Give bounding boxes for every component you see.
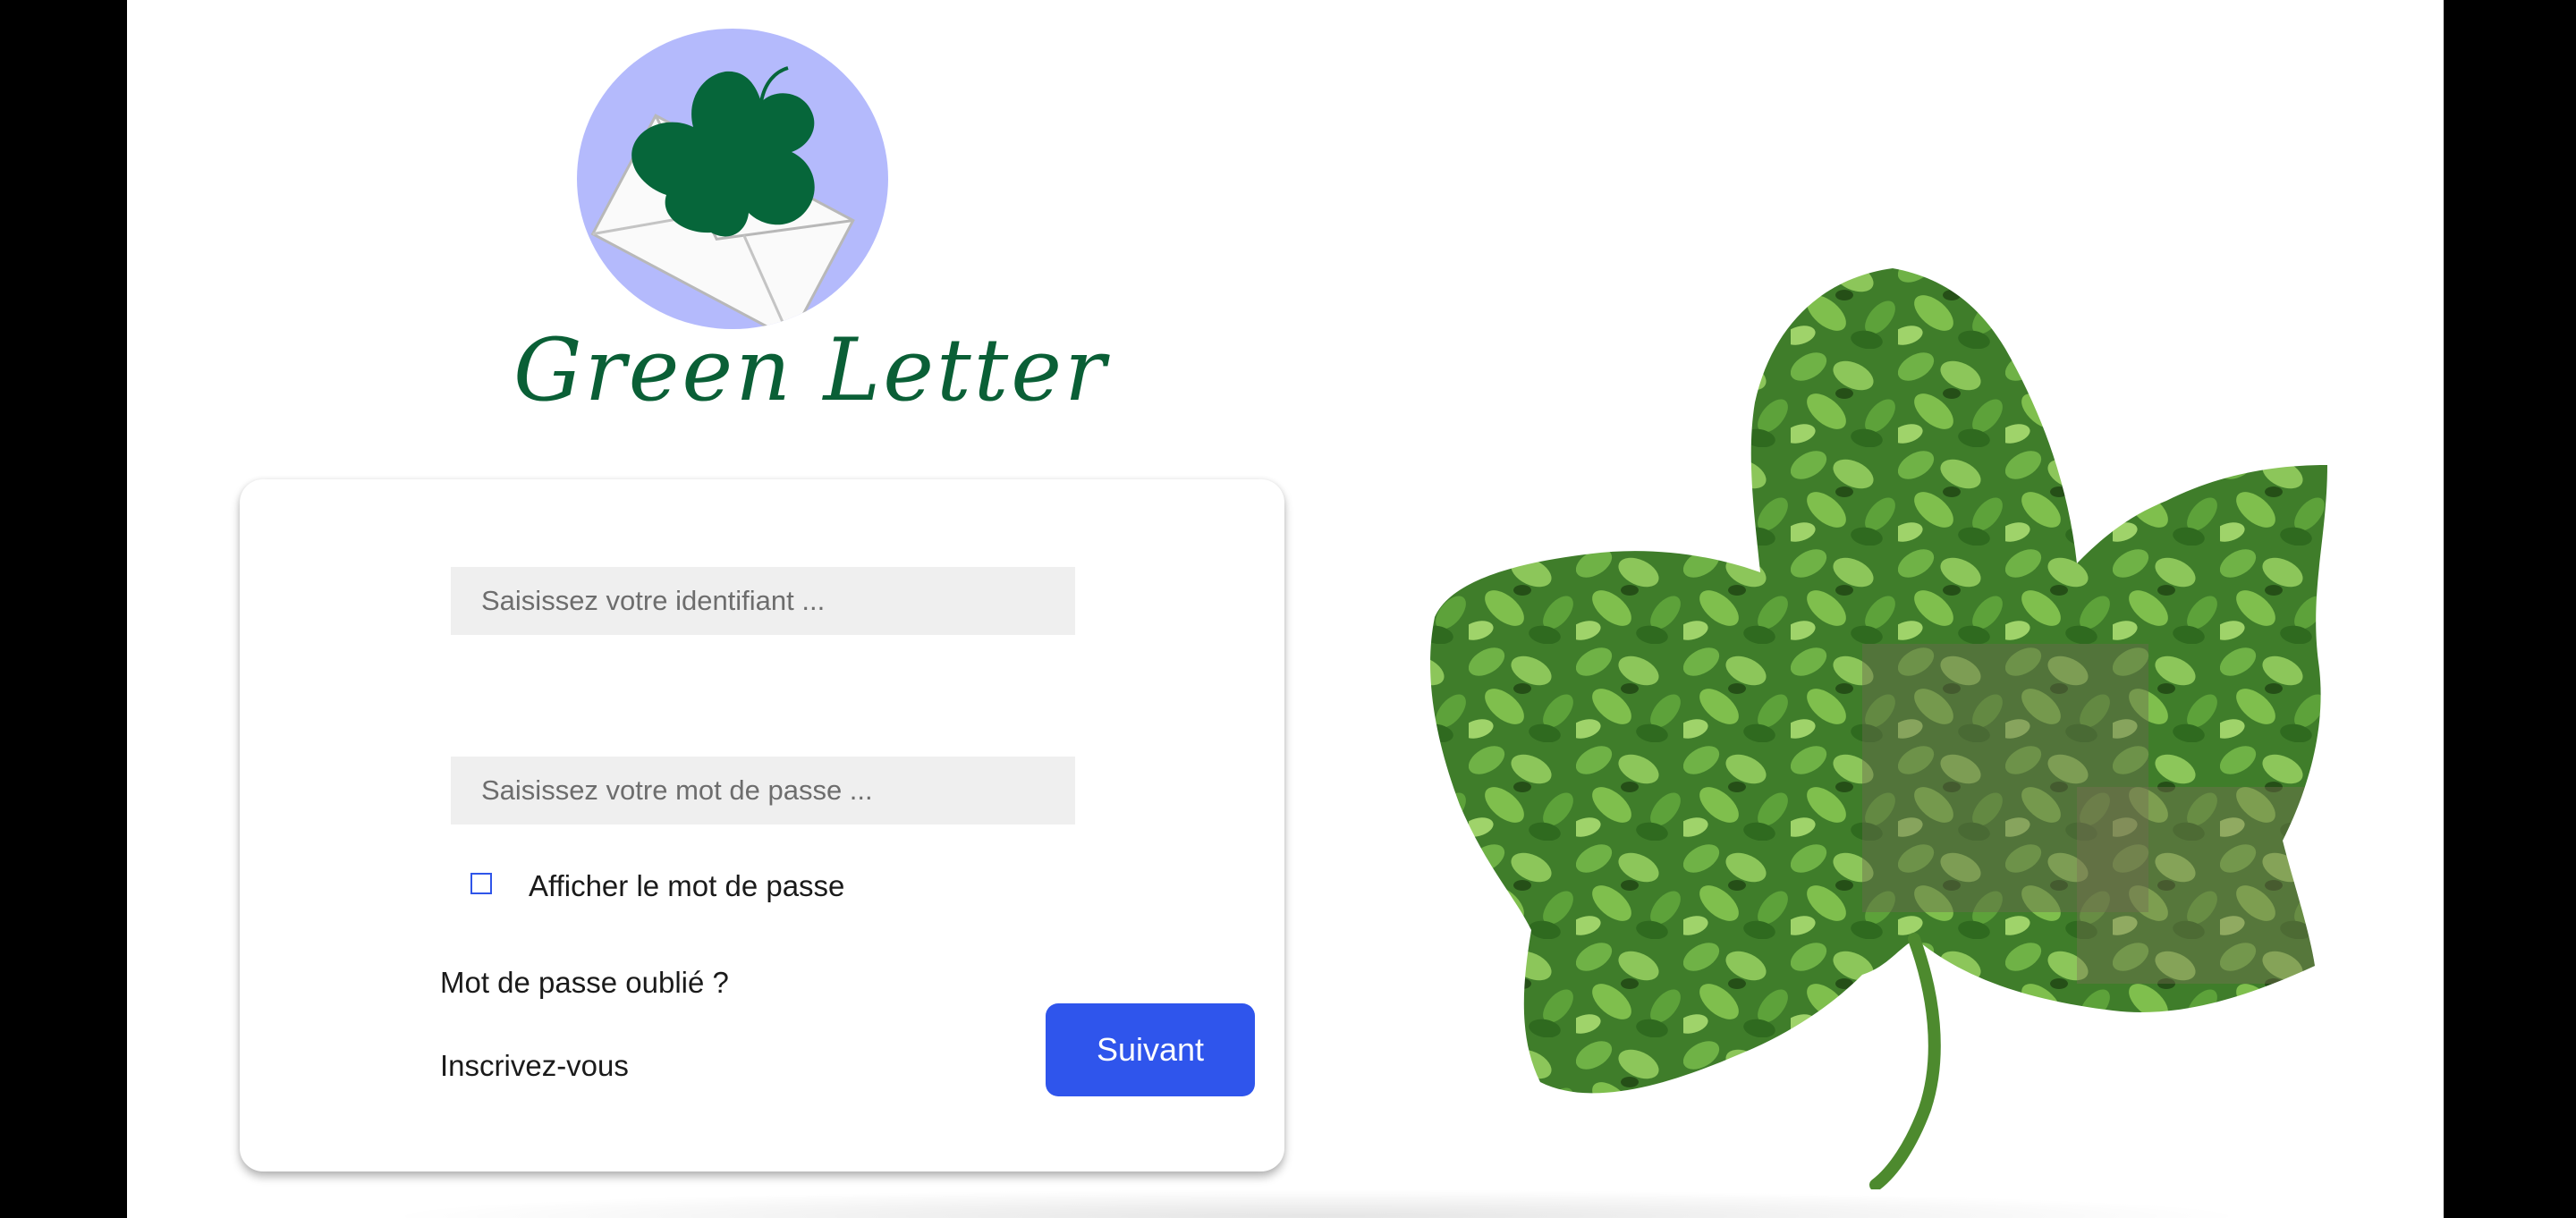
show-password-checkbox[interactable]: [470, 873, 492, 894]
page: Green Letter Afficher le mot de passe Mo…: [127, 0, 2444, 1218]
password-input[interactable]: [451, 757, 1075, 825]
login-card: Afficher le mot de passe Mot de passe ou…: [240, 479, 1284, 1171]
show-password-label[interactable]: Afficher le mot de passe: [529, 869, 844, 903]
signup-link[interactable]: Inscrivez-vous: [440, 1049, 629, 1083]
brand-name: Green Letter: [513, 320, 1108, 420]
submit-button[interactable]: Suivant: [1046, 1003, 1255, 1096]
forgot-password-link[interactable]: Mot de passe oublié ?: [440, 966, 729, 1000]
ivy-leaf-envelope-icon: [577, 29, 888, 329]
username-input[interactable]: [451, 567, 1075, 635]
ivy-leaf-foliage-image: [1430, 268, 2327, 1189]
floor-shadow: [377, 1189, 2256, 1218]
